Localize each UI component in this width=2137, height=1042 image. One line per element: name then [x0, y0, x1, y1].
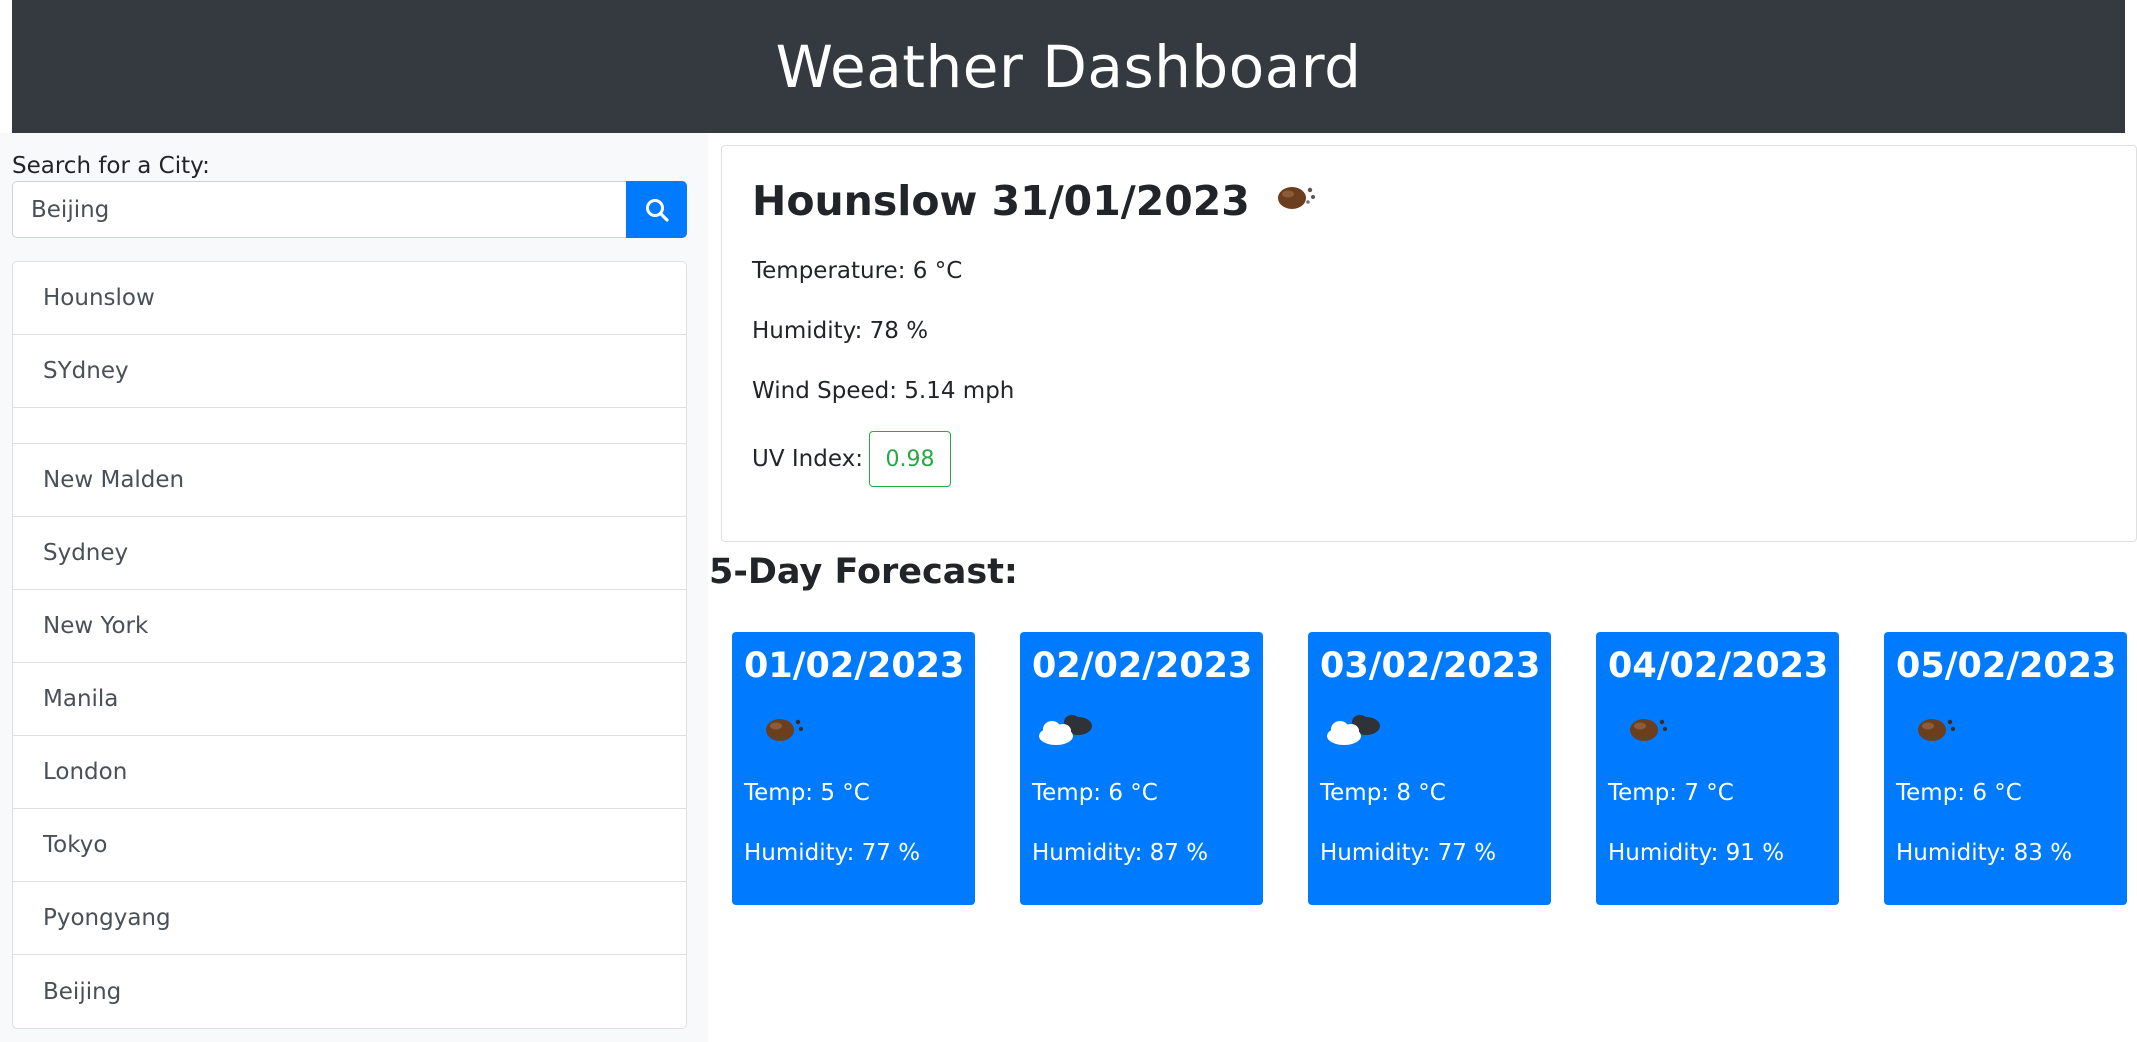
forecast-card: 03/02/2023 Temp: 8 °C Humidity: 77 %: [1308, 632, 1551, 905]
forecast-card: 02/02/2023 Temp: 6 °C Humidity: 87 %: [1020, 632, 1263, 905]
current-wind-speed: Wind Speed: 5.14 mph: [752, 378, 1015, 404]
uv-index-label: UV Index:: [752, 446, 863, 472]
search-icon: [645, 198, 669, 222]
forecast-humidity: Humidity: 77 %: [1320, 840, 1497, 866]
search-row: [12, 181, 687, 238]
history-item[interactable]: SYdney: [13, 335, 686, 408]
history-item[interactable]: Manila: [13, 663, 686, 736]
rain-icon: [1272, 176, 1320, 226]
forecast-card: 01/02/2023 Temp: 5 °C Humidity: 77 %: [732, 632, 975, 905]
forecast-temp: Temp: 5 °C: [744, 780, 870, 806]
cloud-icon: [1320, 702, 1390, 756]
forecast-date: 03/02/2023: [1320, 646, 1541, 686]
search-label: Search for a City:: [12, 153, 210, 179]
page-title: Weather Dashboard: [775, 32, 1362, 101]
rain-icon: [1896, 702, 1966, 756]
history-item[interactable]: Tokyo: [13, 809, 686, 882]
history-item[interactable]: Pyongyang: [13, 882, 686, 955]
current-weather-heading: Hounslow 31/01/2023: [752, 176, 1320, 226]
current-temperature: Temperature: 6 °C: [752, 258, 963, 284]
app-header: Weather Dashboard: [12, 0, 2125, 133]
search-button[interactable]: [626, 181, 687, 238]
forecast-temp: Temp: 6 °C: [1896, 780, 2022, 806]
history-item[interactable]: New York: [13, 590, 686, 663]
history-item[interactable]: Beijing: [13, 955, 686, 1028]
forecast-title: 5-Day Forecast:: [709, 552, 1018, 592]
forecast-humidity: Humidity: 77 %: [744, 840, 921, 866]
cloud-icon: [1032, 702, 1102, 756]
history-item[interactable]: [13, 408, 686, 444]
forecast-date: 05/02/2023: [1896, 646, 2117, 686]
search-input[interactable]: [12, 181, 626, 238]
history-item[interactable]: Sydney: [13, 517, 686, 590]
current-humidity: Humidity: 78 %: [752, 318, 929, 344]
forecast-temp: Temp: 7 °C: [1608, 780, 1734, 806]
current-weather-card: Hounslow 31/01/2023 Temperature: 6 °C Hu…: [721, 145, 2137, 542]
uv-index-row: UV Index: 0.98: [752, 431, 951, 487]
forecast-humidity: Humidity: 91 %: [1608, 840, 1785, 866]
forecast-card: 04/02/2023 Temp: 7 °C Humidity: 91 %: [1596, 632, 1839, 905]
sidebar: Search for a City: Hounslow SYdney New M…: [0, 133, 708, 1042]
forecast-date: 02/02/2023: [1032, 646, 1253, 686]
forecast-date: 01/02/2023: [744, 646, 965, 686]
forecast-temp: Temp: 6 °C: [1032, 780, 1158, 806]
history-item[interactable]: London: [13, 736, 686, 809]
forecast-card: 05/02/2023 Temp: 6 °C Humidity: 83 %: [1884, 632, 2127, 905]
forecast-humidity: Humidity: 87 %: [1032, 840, 1209, 866]
uv-index-badge: 0.98: [868, 431, 951, 487]
rain-icon: [1608, 702, 1678, 756]
current-city-date: Hounslow 31/01/2023: [752, 177, 1250, 225]
forecast-date: 04/02/2023: [1608, 646, 1829, 686]
history-item[interactable]: Hounslow: [13, 262, 686, 335]
forecast-humidity: Humidity: 83 %: [1896, 840, 2073, 866]
forecast-temp: Temp: 8 °C: [1320, 780, 1446, 806]
history-item[interactable]: New Malden: [13, 444, 686, 517]
rain-icon: [744, 702, 814, 756]
search-history-list: Hounslow SYdney New Malden Sydney New Yo…: [12, 261, 687, 1029]
